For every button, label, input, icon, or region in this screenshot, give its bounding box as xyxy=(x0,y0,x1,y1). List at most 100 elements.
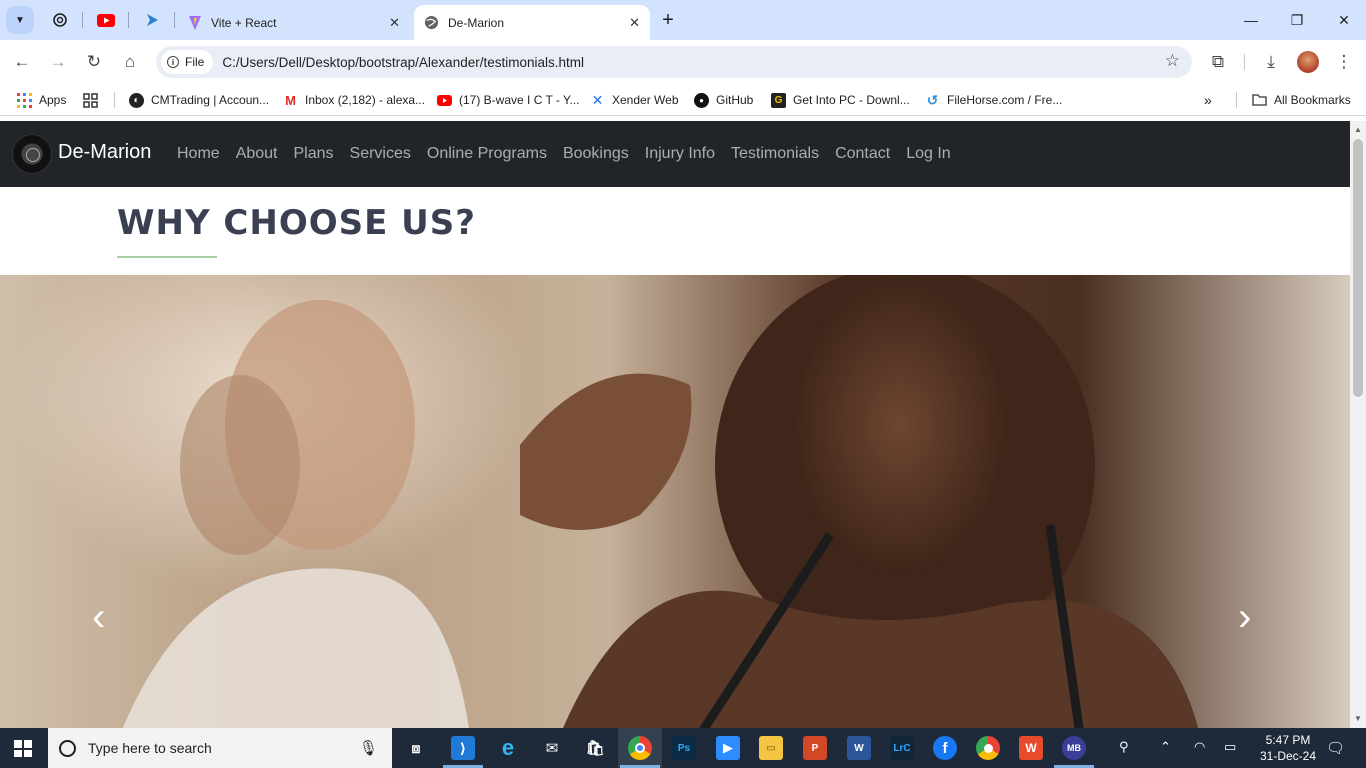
bookmark-github[interactable]: ● GitHub xyxy=(694,91,753,109)
youtube-icon xyxy=(437,93,452,108)
profile-avatar[interactable] xyxy=(1296,50,1320,74)
url-text[interactable]: C:/Users/Dell/Desktop/bootstrap/Alexande… xyxy=(222,55,584,70)
bookmark-apps[interactable]: Apps xyxy=(17,91,66,109)
nav-contact[interactable]: Contact xyxy=(835,145,890,163)
nav-about[interactable]: About xyxy=(236,145,278,163)
tray-chevron-up-icon[interactable]: ⌃ xyxy=(1160,739,1171,755)
scroll-thumb[interactable] xyxy=(1353,139,1363,397)
pinned-tab-app[interactable] xyxy=(140,8,164,32)
bookmark-filehorse[interactable]: ↺ FileHorse.com / Fre... xyxy=(925,91,1063,109)
all-bookmarks-label: All Bookmarks xyxy=(1274,93,1351,107)
bookmarks-overflow-icon[interactable]: » xyxy=(1204,91,1212,109)
nav-online-programs[interactable]: Online Programs xyxy=(427,145,547,163)
back-icon[interactable]: ← xyxy=(10,50,34,74)
close-icon[interactable]: ✕ xyxy=(629,15,640,31)
file-explorer-icon[interactable]: ▭ xyxy=(759,736,783,760)
brand-logo[interactable] xyxy=(12,134,52,174)
vscode-icon[interactable]: ⟩ xyxy=(451,736,475,760)
tab-de-marion[interactable]: De-Marion ✕ xyxy=(414,5,650,40)
bookmark-label: FileHorse.com / Fre... xyxy=(947,93,1063,107)
all-bookmarks-folder[interactable]: All Bookmarks xyxy=(1252,91,1351,109)
zoom-icon[interactable]: ▶ xyxy=(716,736,740,760)
bookmark-gmail[interactable]: M Inbox (2,182) - alexa... xyxy=(283,91,425,109)
bookmark-getintopc[interactable]: G Get Into PC - Downl... xyxy=(771,91,910,109)
nav-services[interactable]: Services xyxy=(350,145,411,163)
extensions-icon[interactable]: ⧉ xyxy=(1206,50,1230,74)
nav-injury-info[interactable]: Injury Info xyxy=(645,145,715,163)
nav-testimonials[interactable]: Testimonials xyxy=(731,145,819,163)
new-tab-button[interactable]: + xyxy=(656,8,680,32)
carousel-next-icon[interactable]: › xyxy=(1238,595,1251,640)
home-icon[interactable]: ⌂ xyxy=(118,50,142,74)
mail-icon[interactable]: ✉ xyxy=(540,736,564,760)
menu-kebab-icon[interactable]: ⋮ xyxy=(1332,50,1356,74)
tab-separator xyxy=(128,12,129,28)
tab-groups-icon[interactable] xyxy=(83,91,98,109)
word-icon[interactable]: W xyxy=(847,736,871,760)
scroll-up-icon[interactable]: ▲ xyxy=(1354,125,1362,134)
nav-bookings[interactable]: Bookings xyxy=(563,145,629,163)
bookmark-label: Xender Web xyxy=(612,93,679,107)
close-icon[interactable]: ✕ xyxy=(389,15,400,31)
pinned-tab-youtube[interactable] xyxy=(94,8,118,32)
edge-icon[interactable]: e xyxy=(496,735,520,760)
site-info-chip[interactable]: i File xyxy=(161,50,214,74)
bookmark-youtube[interactable]: (17) B-wave I C T - Y... xyxy=(437,91,580,109)
pinned-tab-chatgpt[interactable] xyxy=(48,8,72,32)
bookmark-label: GitHub xyxy=(716,93,754,107)
powerpoint-icon[interactable]: P xyxy=(803,736,827,760)
bookmark-star-icon[interactable]: ☆ xyxy=(1165,51,1180,71)
page-scrollbar[interactable]: ▲ ▼ xyxy=(1350,121,1366,728)
nav-home[interactable]: Home xyxy=(177,145,220,163)
download-icon[interactable]: ⤓ xyxy=(1259,50,1283,74)
site-chip-label: File xyxy=(185,55,205,69)
minimize-icon[interactable]: — xyxy=(1239,8,1263,32)
scroll-down-icon[interactable]: ▼ xyxy=(1354,714,1362,723)
photoshop-icon[interactable]: Ps xyxy=(672,736,696,760)
apps-grid-icon xyxy=(17,92,32,108)
tab-search-menu-button[interactable]: ▼ xyxy=(6,6,34,34)
youtube-icon xyxy=(97,13,115,27)
toolbar-separator xyxy=(1244,54,1245,70)
tab-vite-react[interactable]: Vite + React ✕ xyxy=(178,5,410,40)
microphone-icon[interactable]: 🎙 xyxy=(359,739,378,757)
clock-time: 5:47 PM xyxy=(1265,733,1311,747)
nav-plans[interactable]: Plans xyxy=(294,145,334,163)
carousel-prev-icon[interactable]: ‹ xyxy=(92,595,105,640)
taskbar-clock[interactable]: 5:47 PM 31-Dec-24 xyxy=(1253,732,1323,764)
tab-title: De-Marion xyxy=(448,15,505,30)
globe-icon xyxy=(424,15,439,30)
taskbar-search[interactable]: Type here to search 🎙 xyxy=(48,728,392,768)
bookmark-xender[interactable]: ✕ Xender Web xyxy=(590,91,679,109)
wps-office-icon[interactable]: W xyxy=(1019,736,1043,760)
windows-start-icon[interactable] xyxy=(14,740,32,757)
address-bar[interactable]: i File C:/Users/Dell/Desktop/bootstrap/A… xyxy=(156,46,1192,78)
close-window-icon[interactable]: ✕ xyxy=(1332,8,1356,32)
facebook-icon[interactable]: f xyxy=(933,736,957,760)
nav-log-in[interactable]: Log In xyxy=(906,145,950,163)
forward-icon[interactable]: → xyxy=(46,50,70,74)
notifications-icon[interactable]: 🗨 xyxy=(1326,739,1345,757)
battery-icon[interactable]: ▭ xyxy=(1224,739,1236,755)
chrome-icon[interactable] xyxy=(628,736,652,760)
brand-name[interactable]: De-Marion xyxy=(58,141,151,164)
task-view-icon[interactable]: ⧈ xyxy=(404,736,428,760)
wifi-icon[interactable]: ◠ xyxy=(1194,739,1205,755)
title-underline xyxy=(117,256,217,258)
bookmark-label: Get Into PC - Downl... xyxy=(793,93,910,107)
filehorse-icon: ↺ xyxy=(926,91,939,108)
info-icon: i xyxy=(167,56,179,68)
tab-separator xyxy=(174,12,175,28)
people-icon[interactable]: ⚲ xyxy=(1119,739,1129,755)
page-viewport: De-Marion Home About Plans Services Onli… xyxy=(0,121,1350,728)
bookmark-label: (17) B-wave I C T - Y... xyxy=(459,93,580,107)
restore-icon[interactable]: ❐ xyxy=(1285,8,1309,32)
reload-icon[interactable]: ↻ xyxy=(82,50,106,74)
store-icon[interactable]: 🛍 xyxy=(583,736,607,760)
lightroom-classic-icon[interactable]: LrC xyxy=(890,736,914,760)
bookmark-label: Inbox (2,182) - alexa... xyxy=(305,93,426,107)
bookmark-cmtrading[interactable]: ◐ CMTrading | Accoun... xyxy=(129,91,269,109)
github-icon: ● xyxy=(694,92,709,108)
chrome-profile-icon[interactable] xyxy=(976,736,1000,760)
malwarebytes-icon[interactable]: MB xyxy=(1062,736,1086,760)
